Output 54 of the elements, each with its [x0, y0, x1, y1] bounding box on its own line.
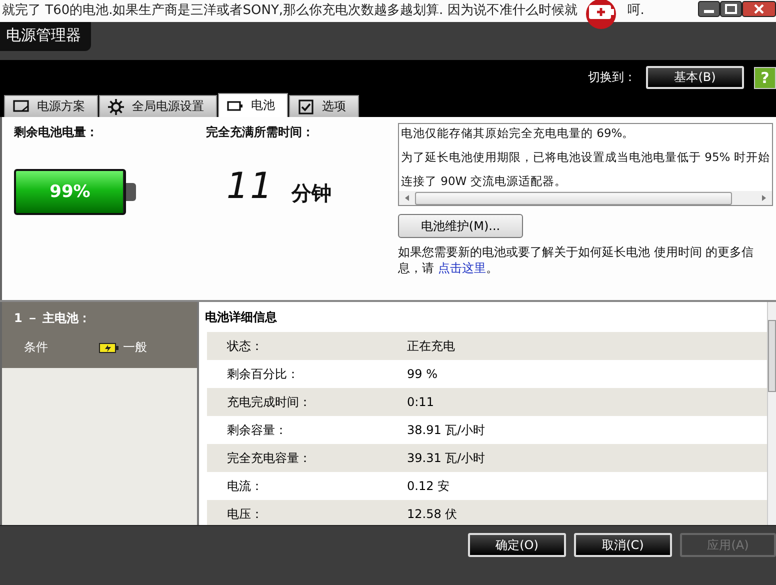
- detail-value: 38.91 瓦/小时: [407, 422, 486, 438]
- screen-icon: [13, 98, 29, 114]
- close-icon[interactable]: [742, 1, 776, 17]
- tab[interactable]: 全局电源设置: [99, 95, 217, 117]
- right-arrow-icon: [760, 193, 768, 203]
- detail-value: 12.58 伏: [407, 506, 458, 522]
- battery-icon: [99, 342, 119, 354]
- scroll-thumb[interactable]: [415, 192, 732, 204]
- time-value: 11: [226, 165, 274, 209]
- maximize-icon[interactable]: [720, 1, 742, 17]
- tab[interactable]: 选项: [289, 95, 359, 117]
- dialog-button[interactable]: 取消(C): [574, 533, 672, 557]
- left-arrow-icon: [403, 193, 411, 203]
- battery-percent: 99%: [48, 182, 92, 202]
- detail-label: 完全充电容量：: [226, 450, 312, 466]
- detail-label: 状态：: [226, 338, 264, 354]
- basic-mode-button[interactable]: 基本(B): [646, 66, 744, 89]
- detail-value: 0:11: [407, 395, 435, 409]
- detail-label: 剩余百分比：: [226, 366, 300, 382]
- detail-value: 39.31 瓦/小时: [407, 450, 486, 466]
- battery-terminal: [126, 183, 136, 201]
- detail-value: 99 %: [407, 367, 438, 381]
- vertical-scrollbar[interactable]: [767, 302, 776, 525]
- detail-label: 充电完成时间：: [226, 394, 312, 410]
- horizontal-scrollbar[interactable]: [399, 191, 772, 205]
- condition-label: 条件: [24, 339, 49, 356]
- scroll-thumb[interactable]: [768, 320, 776, 392]
- message-text: 连接了 90W 交流电源适配器。: [401, 174, 568, 188]
- detail-label: 电压：: [226, 506, 264, 522]
- gear-icon: [108, 98, 124, 114]
- detail-value: 正在充电: [407, 338, 456, 354]
- time-unit: 分钟: [291, 180, 332, 207]
- detail-label: 剩余容量：: [226, 422, 288, 438]
- window-title: 电源管理器: [0, 22, 91, 51]
- background-text: 就完了 T60的电池.如果生产商是三洋或者SONY,那么你充电次数越多越划算. 因为说不准什么时候就: [1, 2, 578, 20]
- background-text: 呵.: [626, 2, 644, 20]
- remaining-charge-label: 剩余电池电量：: [14, 124, 99, 141]
- switch-to-label: 切换到：: [588, 69, 636, 86]
- tab[interactable]: 电源方案: [4, 95, 98, 117]
- details-title: 电池详细信息: [205, 309, 278, 326]
- message-text: 电池仅能存储其原始完全充电电量的 69%。: [401, 126, 636, 140]
- click-here-link[interactable]: 点击这里: [438, 261, 486, 275]
- minimize-icon[interactable]: [698, 1, 720, 17]
- info-text: 如果您需要新的电池或要了解关于如何延长电池 使用时间 的更多信息，请 点击这里。: [398, 244, 755, 276]
- message-text: 为了延长电池使用期限，已将电池设置成当电池电量低于 95% 时开始: [401, 150, 770, 164]
- tab[interactable]: 电池: [218, 93, 288, 117]
- battery-title: 1 － 主电池：: [14, 310, 92, 327]
- condition-value: 一般: [123, 339, 147, 356]
- detail-value: 0.12 安: [407, 478, 451, 494]
- battery-maintenance-button[interactable]: 电池维护(M)...: [398, 214, 523, 238]
- checkbox-icon: [298, 98, 314, 114]
- dialog-button[interactable]: 确定(O): [468, 533, 566, 557]
- detail-label: 电流：: [226, 478, 264, 494]
- time-to-full-label: 完全充满所需时间：: [206, 124, 315, 141]
